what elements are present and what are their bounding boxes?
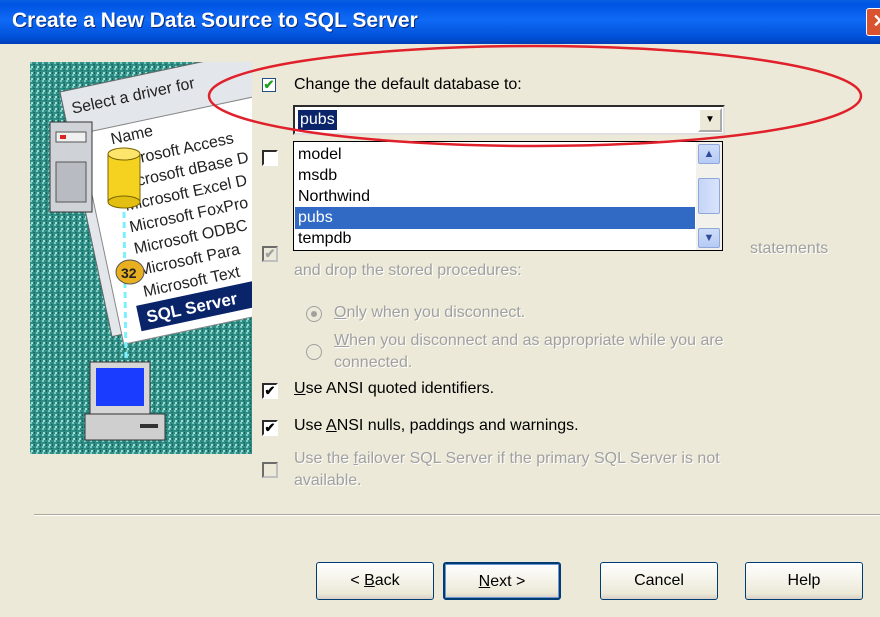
- cancel-button[interactable]: Cancel: [600, 562, 718, 600]
- create-sp-checkbox[interactable]: ✔: [262, 246, 278, 262]
- ansi-nulls-label: Use ANSI nulls, paddings and warnings.: [294, 417, 579, 435]
- list-item[interactable]: tempdb: [295, 228, 695, 250]
- failover-text: ailover SQL Server if the primary SQL Se…: [358, 450, 720, 467]
- change-db-label-text: Change the default database to:: [294, 76, 522, 93]
- failover-pre: Use the: [294, 450, 354, 467]
- failover-checkbox[interactable]: [262, 462, 278, 478]
- ansi-quoted-checkbox[interactable]: ✔: [262, 383, 278, 399]
- help-button[interactable]: Help: [745, 562, 863, 600]
- divider: [34, 514, 880, 516]
- back-pre: <: [350, 572, 365, 589]
- check-icon: ✔: [264, 420, 276, 435]
- radio-dot: [311, 311, 317, 317]
- accel: W: [334, 332, 350, 349]
- ansi-nulls-checkbox[interactable]: ✔: [262, 420, 278, 436]
- next-button[interactable]: Next >: [443, 562, 561, 600]
- dropdown-arrow-icon[interactable]: ▼: [698, 108, 722, 132]
- ansi-nulls-pre: Use: [294, 417, 327, 434]
- change-db-label: Change the default database to:: [294, 76, 522, 94]
- check-icon: ✔: [264, 246, 276, 261]
- scroll-thumb[interactable]: [698, 178, 720, 214]
- list-item[interactable]: msdb: [295, 165, 695, 187]
- ansi-quoted-text: se ANSI quoted identifiers.: [305, 380, 495, 397]
- back-text: ack: [374, 572, 400, 589]
- check-icon: ✔: [263, 77, 275, 92]
- radio-only-label: Only when you disconnect.: [334, 304, 525, 322]
- create-sp-label-tail: statements: [750, 240, 829, 257]
- accel: O: [334, 304, 347, 321]
- radio-only-text: nly when you disconnect.: [346, 304, 526, 321]
- list-item[interactable]: model: [295, 144, 695, 166]
- radio-when-text: hen you disconnect and as appropriate wh…: [349, 332, 724, 349]
- radio-when-disconnect[interactable]: [306, 344, 322, 360]
- accel: U: [294, 380, 306, 397]
- dropdown-arrow-glyph: ▼: [705, 114, 715, 125]
- close-icon: ✕: [872, 11, 880, 31]
- failover-label-line2: available.: [294, 472, 362, 489]
- list-scrollbar[interactable]: ▲ ▼: [696, 142, 722, 250]
- option-checkbox[interactable]: [262, 150, 278, 166]
- close-button[interactable]: ✕: [866, 8, 880, 36]
- list-item-selected[interactable]: pubs: [295, 207, 695, 229]
- check-icon: ✔: [264, 383, 276, 398]
- odbc-wizard-illustration: Select a driver for Name Microsoft Acces…: [30, 62, 252, 454]
- title-bar[interactable]: Create a New Data Source to SQL Server ✕: [0, 0, 880, 44]
- server-icon: [49, 121, 93, 213]
- back-button[interactable]: < Back: [316, 562, 434, 600]
- radio-when-label: When you disconnect and as appropriate w…: [334, 332, 724, 350]
- accel: A: [326, 417, 337, 434]
- database-icon: [107, 147, 141, 209]
- next-text: ext >: [490, 573, 526, 590]
- ansi-nulls-text: NSI nulls, paddings and warnings.: [336, 417, 579, 434]
- ansi-quoted-label: Use ANSI quoted identifiers.: [294, 380, 494, 398]
- database-combobox-value[interactable]: pubs: [298, 110, 337, 130]
- radio-when-label-line2: connected.: [334, 354, 413, 371]
- scroll-down-icon[interactable]: ▼: [698, 228, 720, 248]
- window-title: Create a New Data Source to SQL Server: [12, 9, 418, 32]
- scroll-up-icon[interactable]: ▲: [698, 144, 720, 164]
- odbc-32-icon: 32: [115, 259, 145, 285]
- change-db-checkbox[interactable]: ✔: [262, 78, 276, 92]
- database-combobox[interactable]: pubs ▼: [293, 105, 725, 135]
- failover-label: Use the failover SQL Server if the prima…: [294, 450, 720, 468]
- accel: B: [364, 572, 375, 589]
- annotation-ellipse: [207, 44, 863, 148]
- svg-text:32: 32: [121, 265, 137, 281]
- radio-only-disconnect[interactable]: [306, 306, 322, 322]
- list-item[interactable]: Northwind: [295, 186, 695, 208]
- database-dropdown-list[interactable]: model msdb Northwind pubs tempdb ▲ ▼: [293, 141, 723, 251]
- accel: N: [478, 573, 491, 590]
- create-sp-label-line2: and drop the stored procedures:: [294, 262, 522, 279]
